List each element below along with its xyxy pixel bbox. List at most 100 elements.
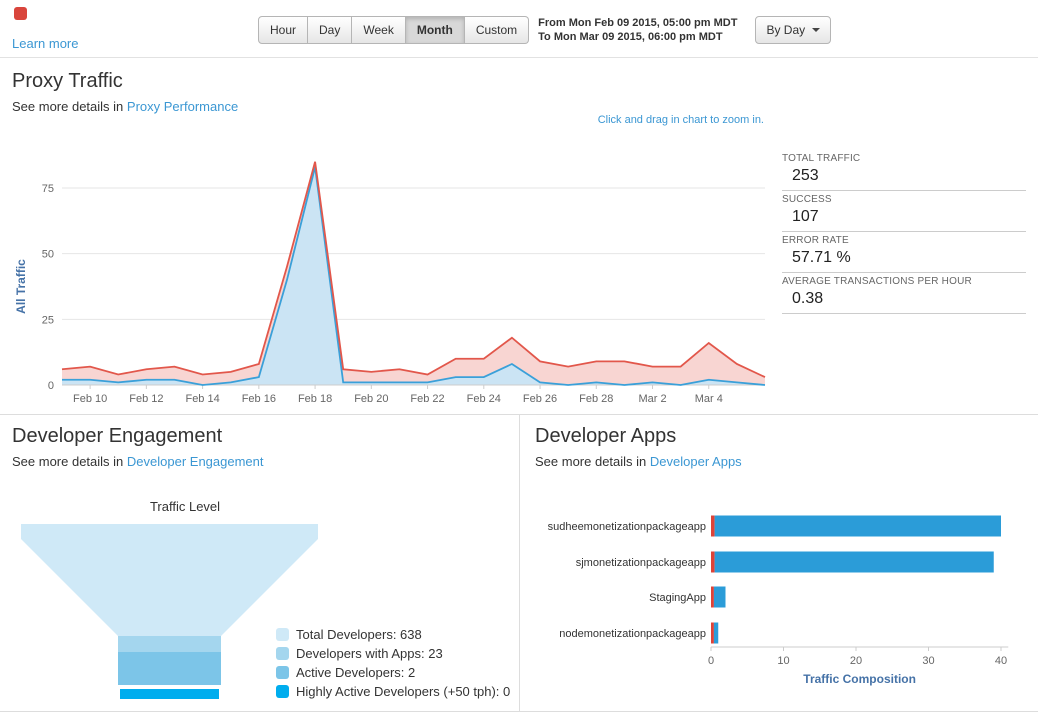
y-tick-label: 0: [48, 380, 54, 392]
range-button-week[interactable]: Week: [352, 16, 406, 44]
date-from: From Mon Feb 09 2015, 05:00 pm MDT: [538, 17, 738, 29]
stat-value: 253: [792, 167, 819, 184]
legend-swatch-icon: [276, 628, 289, 641]
error-bar-segment[interactable]: [711, 551, 715, 573]
legend-item[interactable]: Developers with Apps: 23: [276, 644, 526, 663]
legend-swatch-icon: [276, 685, 289, 698]
funnel-chart-wrap: Traffic Level Total Developers: 638 Devel…: [12, 499, 510, 704]
developer-apps-subtitle: See more details in Developer Apps: [535, 454, 1026, 469]
x-tick-label: Feb 22: [410, 393, 444, 402]
developer-engagement-subtitle: See more details in Developer Engagement: [12, 454, 507, 469]
stat-label: AVERAGE TRANSACTIONS PER HOUR: [782, 276, 972, 287]
zoom-hint: Click and drag in chart to zoom in.: [597, 114, 764, 126]
legend-item[interactable]: Highly Active Developers (+50 tph): 0: [276, 682, 526, 701]
error-bar-segment[interactable]: [711, 622, 714, 644]
developer-apps-bar-chart[interactable]: sudheemonetizationpackageapp sjmonetizati…: [535, 507, 1021, 689]
stat-value: 57.71 %: [792, 249, 851, 266]
range-button-hour[interactable]: Hour: [258, 16, 309, 44]
stat-value: 107: [792, 208, 819, 225]
date-to: To Mon Mar 09 2015, 06:00 pm MDT: [538, 31, 723, 43]
all-traffic-area: [62, 161, 765, 385]
legend-item[interactable]: Total Developers: 638: [276, 625, 526, 644]
developer-engagement-section: Developer Engagement See more details in…: [0, 415, 520, 711]
legend-label: Highly Active Developers (+50 tph): 0: [296, 684, 511, 699]
developer-engagement-title: Developer Engagement: [12, 425, 223, 447]
funnel-segment-developers-with-apps[interactable]: [118, 636, 221, 652]
x-tick-label: 40: [995, 655, 1007, 667]
all-traffic-line: [61, 161, 766, 378]
subtitle-text: See more details in: [12, 99, 124, 114]
stat-value: 0.38: [792, 290, 824, 307]
proxy-traffic-title: Proxy Traffic: [12, 70, 123, 92]
success-line: [62, 166, 766, 386]
x-tick-label: Feb 18: [298, 393, 332, 402]
error-bar-segment[interactable]: [711, 515, 715, 537]
funnel-segment-total-developers[interactable]: [21, 524, 318, 636]
funnel-segment-active-developers[interactable]: [118, 652, 221, 685]
funnel-segment-highly-active-developers[interactable]: [120, 689, 219, 699]
y-axis-title: All Traffic: [14, 259, 28, 314]
learn-more-link[interactable]: Learn more: [12, 36, 78, 51]
developer-apps-title: Developer Apps: [535, 425, 677, 447]
time-controls: Hour Day Week Month Custom From Mon Feb 09 2…: [258, 16, 832, 44]
stat-label: TOTAL TRAFFIC: [782, 153, 861, 164]
proxy-traffic-section: Proxy Traffic See more details in Proxy …: [0, 58, 1038, 415]
y-tick-label: 50: [42, 249, 54, 261]
subtitle-text: See more details in: [535, 454, 647, 469]
range-button-custom[interactable]: Custom: [464, 16, 530, 44]
analytics-dashboard: Learn more Hour Day Week Month Custom From M…: [0, 0, 1038, 712]
proxy-traffic-chart[interactable]: 0 25 50 75 Feb 10 Feb 12 Feb 14 Feb 16 Feb 18 Feb…: [12, 130, 778, 402]
developer-engagement-link[interactable]: Developer Engagement: [127, 454, 264, 469]
legend-label: Active Developers: 2: [296, 665, 416, 680]
bar-category-label: sjmonetizationpackageapp: [576, 557, 706, 569]
funnel-legend: Total Developers: 638 Developers with App…: [276, 625, 526, 701]
success-area: [62, 166, 765, 385]
subtitle-text: See more details in: [12, 454, 124, 469]
x-tick-label: Feb 26: [523, 393, 557, 402]
bottom-sections: Developer Engagement See more details in…: [0, 415, 1038, 712]
x-tick-label: Feb 12: [129, 393, 163, 402]
bar-category-label: sudheemonetizationpackageapp: [548, 521, 706, 533]
success-bar-segment[interactable]: [714, 551, 994, 573]
x-tick-label: Feb 28: [579, 393, 613, 402]
brand-icon: [14, 7, 27, 20]
legend-label: Developers with Apps: 23: [296, 646, 443, 661]
success-bar-segment[interactable]: [713, 586, 726, 608]
proxy-traffic-subtitle: See more details in Proxy Performance: [12, 99, 1026, 114]
x-tick-label: Mar 4: [695, 393, 723, 402]
legend-item[interactable]: Active Developers: 2: [276, 663, 526, 682]
x-tick-label: Feb 10: [73, 393, 107, 402]
y-tick-label: 75: [42, 183, 54, 195]
topbar: Learn more Hour Day Week Month Custom From M…: [0, 0, 1038, 58]
x-axis-title: Traffic Composition: [803, 672, 916, 686]
success-bar-segment[interactable]: [714, 515, 1001, 537]
legend-swatch-icon: [276, 647, 289, 660]
stat-row: TOTAL TRAFFIC 253: [782, 150, 1026, 191]
x-tick-label: 30: [922, 655, 934, 667]
bar-category-label: StagingApp: [649, 592, 706, 604]
proxy-performance-link[interactable]: Proxy Performance: [127, 99, 238, 114]
legend-label: Total Developers: 638: [296, 627, 422, 642]
success-bar-segment[interactable]: [713, 622, 719, 644]
range-button-month[interactable]: Month: [405, 16, 465, 44]
traffic-stats: TOTAL TRAFFIC 253 SUCCESS 107 ERROR RATE 57.7…: [782, 150, 1026, 314]
x-tick-label: Feb 20: [354, 393, 388, 402]
caret-down-icon: [812, 28, 821, 32]
proxy-traffic-body: 0 25 50 75 Feb 10 Feb 12 Feb 14 Feb 16 Feb 18 Feb…: [12, 114, 1026, 402]
developer-apps-link[interactable]: Developer Apps: [650, 454, 742, 469]
by-day-label: By Day: [766, 23, 806, 37]
stat-label: SUCCESS: [782, 194, 832, 205]
date-range: From Mon Feb 09 2015, 05:00 pm MDT To Mo…: [538, 16, 737, 44]
x-tick-label: Feb 14: [185, 393, 219, 402]
by-day-dropdown[interactable]: By Day: [755, 16, 832, 44]
x-tick-label: 10: [777, 655, 789, 667]
stat-row: ERROR RATE 57.71 %: [782, 232, 1026, 273]
funnel-chart-title: Traffic Level: [149, 499, 221, 514]
developer-apps-section: Developer Apps See more details in Devel…: [520, 415, 1038, 711]
x-tick-label: 0: [708, 655, 714, 667]
range-button-day[interactable]: Day: [308, 16, 353, 44]
legend-swatch-icon: [276, 666, 289, 679]
stat-label: ERROR RATE: [782, 235, 849, 246]
error-bar-segment[interactable]: [711, 586, 714, 608]
stat-row: AVERAGE TRANSACTIONS PER HOUR 0.38: [782, 273, 1026, 314]
